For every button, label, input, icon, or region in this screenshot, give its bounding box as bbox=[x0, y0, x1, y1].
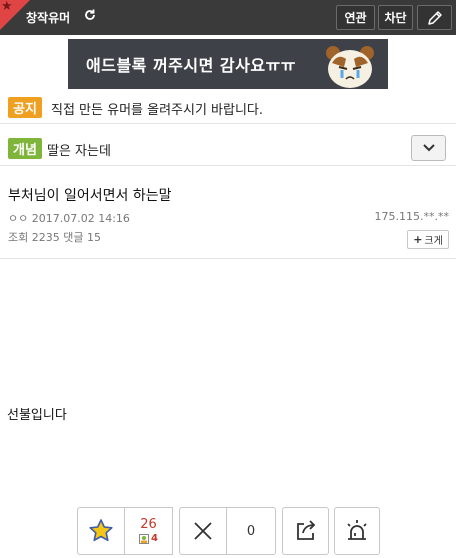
pencil-icon bbox=[427, 10, 442, 25]
chevron-down-icon bbox=[422, 144, 435, 152]
block-button[interactable]: 차단 bbox=[378, 5, 413, 30]
top-bar: ★ 창작유머 연관 차단 bbox=[0, 0, 456, 35]
notice-badge: 공지 bbox=[8, 97, 42, 118]
star-icon[interactable]: ★ bbox=[1, 0, 13, 14]
x-icon bbox=[194, 522, 212, 540]
notice-row[interactable]: 공지 직접 만든 유머를 올려주시기 바랍니다. bbox=[0, 92, 456, 124]
write-button[interactable] bbox=[417, 5, 452, 30]
gallery-title[interactable]: 창작유머 bbox=[26, 9, 70, 26]
nonrecommend-button[interactable] bbox=[179, 507, 227, 555]
share-icon bbox=[296, 520, 315, 540]
action-bar: 26 4 0 bbox=[77, 507, 380, 555]
star-icon bbox=[89, 519, 113, 542]
expand-button[interactable] bbox=[411, 135, 446, 161]
fixed-recommend: 4 bbox=[139, 532, 158, 545]
fixed-recommend-count: 4 bbox=[151, 533, 158, 544]
concept-row[interactable]: 개념 딸은 자는데 bbox=[0, 132, 456, 166]
notice-text[interactable]: 직접 만든 유머를 올려주시기 바랍니다. bbox=[51, 99, 263, 118]
post-stats: 조회 2235 댓글 15 bbox=[8, 231, 101, 244]
enlarge-button[interactable]: + 크게 bbox=[407, 230, 449, 249]
post-ip: 175.115.**.** bbox=[374, 210, 449, 223]
post-title: 부처님이 일어서면서 하는말 bbox=[8, 188, 172, 204]
concept-post-title[interactable]: 딸은 자는데 bbox=[47, 140, 111, 159]
divider bbox=[0, 258, 456, 259]
ad-text: 애드블록 꺼주시면 감사요ㅠㅠ bbox=[86, 56, 297, 75]
post-body: 선불입니다 bbox=[7, 408, 67, 423]
concept-badge: 개념 bbox=[8, 138, 42, 159]
user-fixed-icon bbox=[139, 533, 150, 544]
report-button[interactable] bbox=[334, 507, 380, 555]
ad-banner[interactable]: 애드블록 꺼주시면 감사요ㅠㅠ bbox=[68, 39, 388, 89]
refresh-icon[interactable] bbox=[83, 8, 97, 22]
siren-icon bbox=[347, 520, 367, 540]
recommend-button[interactable] bbox=[77, 507, 125, 555]
recommend-count: 26 bbox=[140, 517, 157, 532]
recommend-count-box: 26 4 bbox=[124, 507, 173, 555]
post-author-date: ㅇㅇ 2017.07.02 14:16 bbox=[8, 212, 130, 225]
nonrecommend-count: 0 bbox=[226, 507, 276, 555]
enlarge-label: 크게 bbox=[424, 236, 443, 247]
crying-cat-image bbox=[326, 46, 374, 88]
share-button[interactable] bbox=[282, 507, 329, 555]
related-button[interactable]: 연관 bbox=[336, 5, 375, 30]
plus-icon: + bbox=[413, 233, 423, 246]
